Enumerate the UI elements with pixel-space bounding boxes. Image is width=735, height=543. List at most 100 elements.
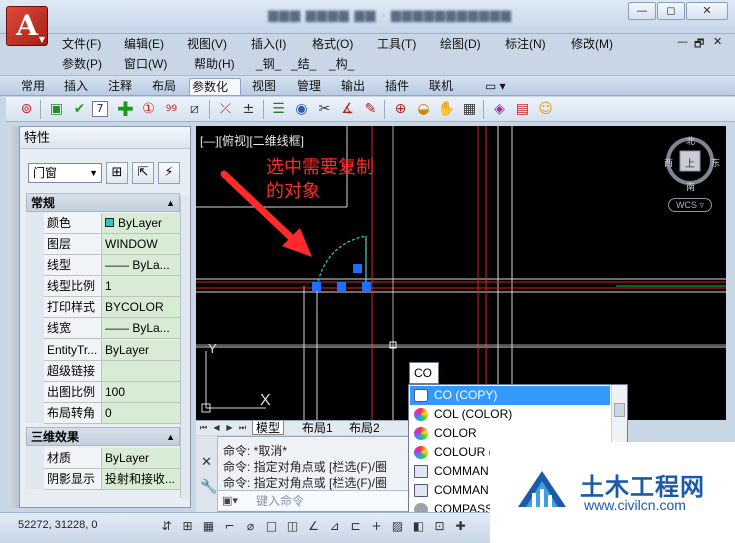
prop-value[interactable]: 100: [102, 382, 180, 402]
palette-grip[interactable]: [8, 126, 20, 508]
tab-plugins[interactable]: 插件: [383, 78, 411, 95]
wcs-menu-button[interactable]: WCS ▿: [668, 198, 712, 212]
line-cross-icon[interactable]: ⤫: [215, 99, 236, 120]
prop-row-plot-scale[interactable]: 出图比例 100: [44, 382, 180, 403]
autocomplete-item[interactable]: COLOR: [410, 424, 610, 443]
prop-value[interactable]: WINDOW: [102, 234, 180, 254]
prop-value[interactable]: ByLayer: [102, 340, 180, 360]
transparency-icon[interactable]: ▨: [388, 516, 407, 536]
prop-row-color[interactable]: 颜色 ByLayer: [44, 213, 180, 234]
tab-layout2[interactable]: 布局2: [346, 421, 383, 435]
prop-value[interactable]: BYCOLOR: [102, 297, 180, 317]
ribbon-options-button[interactable]: ▭ ▾: [483, 78, 508, 95]
object-snap-tracking-icon[interactable]: ∠: [304, 516, 323, 536]
quick-properties-icon[interactable]: ◧: [409, 516, 428, 536]
scroll-thumb[interactable]: [614, 403, 625, 417]
tab-view[interactable]: 视图: [250, 78, 278, 95]
prop-value[interactable]: 投射和接收...: [102, 469, 180, 489]
command-input[interactable]: ▣▾ 键入命令: [218, 490, 416, 510]
gear-target-icon[interactable]: ⊚: [16, 99, 37, 120]
polar-tracking-icon[interactable]: ⌀: [241, 516, 260, 536]
first-tab-icon[interactable]: ⏮: [198, 422, 209, 434]
prop-row-entity-transparency[interactable]: EntityTr... ByLayer: [44, 340, 180, 361]
menu-file[interactable]: 文件(F): [62, 35, 101, 52]
prop-row-layout-rotation[interactable]: 布局转角 0: [44, 403, 180, 424]
prop-value[interactable]: ByLayer: [102, 213, 180, 233]
menu-insert[interactable]: 插入(I): [251, 35, 286, 52]
menu-tools[interactable]: 工具(T): [377, 35, 416, 52]
viewport-controls-label[interactable]: [—][俯视][二维线框]: [200, 132, 304, 149]
lineweight-icon[interactable]: +: [367, 516, 386, 536]
close-icon[interactable]: ✕: [201, 454, 212, 470]
viewcube-top-face[interactable]: 上: [685, 155, 695, 170]
plus-icon[interactable]: ✚: [115, 99, 136, 120]
hand-icon[interactable]: ✋: [436, 99, 457, 120]
menu-construct[interactable]: _构_: [329, 55, 354, 72]
autocomplete-item[interactable]: COL (COLOR): [410, 405, 610, 424]
prop-row-shadow-display[interactable]: 阴影显示 投射和接收...: [44, 469, 180, 490]
snap-mode-icon[interactable]: ⊞: [178, 516, 197, 536]
application-menu-button[interactable]: A ▼: [6, 6, 48, 46]
menu-dimension[interactable]: 标注(N): [505, 35, 546, 52]
block-icon[interactable]: ◈: [489, 99, 510, 120]
dynamic-input-icon[interactable]: ⊏: [346, 516, 365, 536]
compass-south[interactable]: 南: [686, 180, 695, 193]
tab-parametric[interactable]: 参数化: [189, 78, 241, 95]
tab-output[interactable]: 输出: [339, 78, 367, 95]
tab-online[interactable]: 联机: [427, 78, 455, 95]
pickadd-icon[interactable]: ⊞: [106, 162, 128, 184]
prev-tab-icon[interactable]: ◀: [211, 422, 222, 434]
minimize-button[interactable]: —: [628, 2, 656, 20]
prompt-history-icon[interactable]: ▣▾: [222, 491, 238, 511]
check-icon[interactable]: ✔: [69, 99, 90, 120]
menu-view[interactable]: 视图(V): [187, 35, 227, 52]
angle-icon[interactable]: ∡: [337, 99, 358, 120]
object-type-select[interactable]: 门窗 ▼: [28, 163, 102, 183]
one-circle-icon[interactable]: ①: [138, 99, 159, 120]
prop-value[interactable]: ByLayer: [102, 448, 180, 468]
mdi-minimize-icon[interactable]: —: [677, 35, 688, 48]
infer-constraints-icon[interactable]: ⇵: [157, 516, 176, 536]
prop-value[interactable]: [102, 361, 180, 381]
prop-row-linetype-scale[interactable]: 线型比例 1: [44, 276, 180, 297]
zoom-in-icon[interactable]: ⊕: [390, 99, 411, 120]
tab-model[interactable]: 模型: [252, 421, 285, 435]
prop-row-layer[interactable]: 图层 WINDOW: [44, 234, 180, 255]
plus-minus-icon[interactable]: ±: [238, 99, 259, 120]
prop-value[interactable]: —— ByLa...: [102, 318, 180, 338]
section-general[interactable]: 常规 ▲: [26, 193, 180, 212]
scissors-icon[interactable]: ✂: [314, 99, 335, 120]
compass-west[interactable]: 西: [664, 156, 673, 169]
autocomplete-item[interactable]: CO (COPY): [410, 386, 610, 405]
selection-cycling-icon[interactable]: ⊡: [430, 516, 449, 536]
last-tab-icon[interactable]: ⏭: [237, 422, 248, 434]
menu-help[interactable]: 帮助(H): [194, 55, 235, 72]
prop-value[interactable]: 1: [102, 276, 180, 296]
tab-manage[interactable]: 管理: [295, 78, 323, 95]
rectangle-icon[interactable]: ▣: [46, 99, 67, 120]
annotation-monitor-icon[interactable]: ✚: [451, 516, 470, 536]
menu-format[interactable]: 格式(O): [312, 35, 353, 52]
object-snap-icon[interactable]: □: [262, 516, 281, 536]
menu-modify[interactable]: 修改(M): [571, 35, 613, 52]
section-3d-effects[interactable]: 三维效果 ▲: [26, 427, 180, 446]
coin-icon[interactable]: ◒: [413, 99, 434, 120]
menu-steel[interactable]: _钢_: [256, 55, 281, 72]
menu-draw[interactable]: 绘图(D): [440, 35, 481, 52]
dynamic-input-field[interactable]: CO: [409, 362, 439, 384]
compass-north[interactable]: 北: [686, 134, 695, 147]
wrench-icon[interactable]: 🔧: [200, 478, 217, 495]
tab-annotate[interactable]: 注释: [106, 78, 134, 95]
properties-scrollbar[interactable]: [180, 196, 190, 498]
coordinates-readout[interactable]: 52272, 31228, 0: [18, 519, 98, 531]
allow-ucs-icon[interactable]: ⊿: [325, 516, 344, 536]
grid-icon[interactable]: ▦: [459, 99, 480, 120]
eye-icon[interactable]: ◉: [291, 99, 312, 120]
ninety-nine-icon[interactable]: 99: [161, 99, 182, 120]
tab-layout[interactable]: 布局: [150, 78, 178, 95]
ortho-mode-icon[interactable]: ⌐: [220, 516, 239, 536]
mdi-close-icon[interactable]: ✕: [713, 35, 722, 48]
pencil-list-icon[interactable]: ✎: [360, 99, 381, 120]
prop-row-hyperlink[interactable]: 超级链接: [44, 361, 180, 382]
quick-select-icon[interactable]: ⚡: [158, 162, 180, 184]
